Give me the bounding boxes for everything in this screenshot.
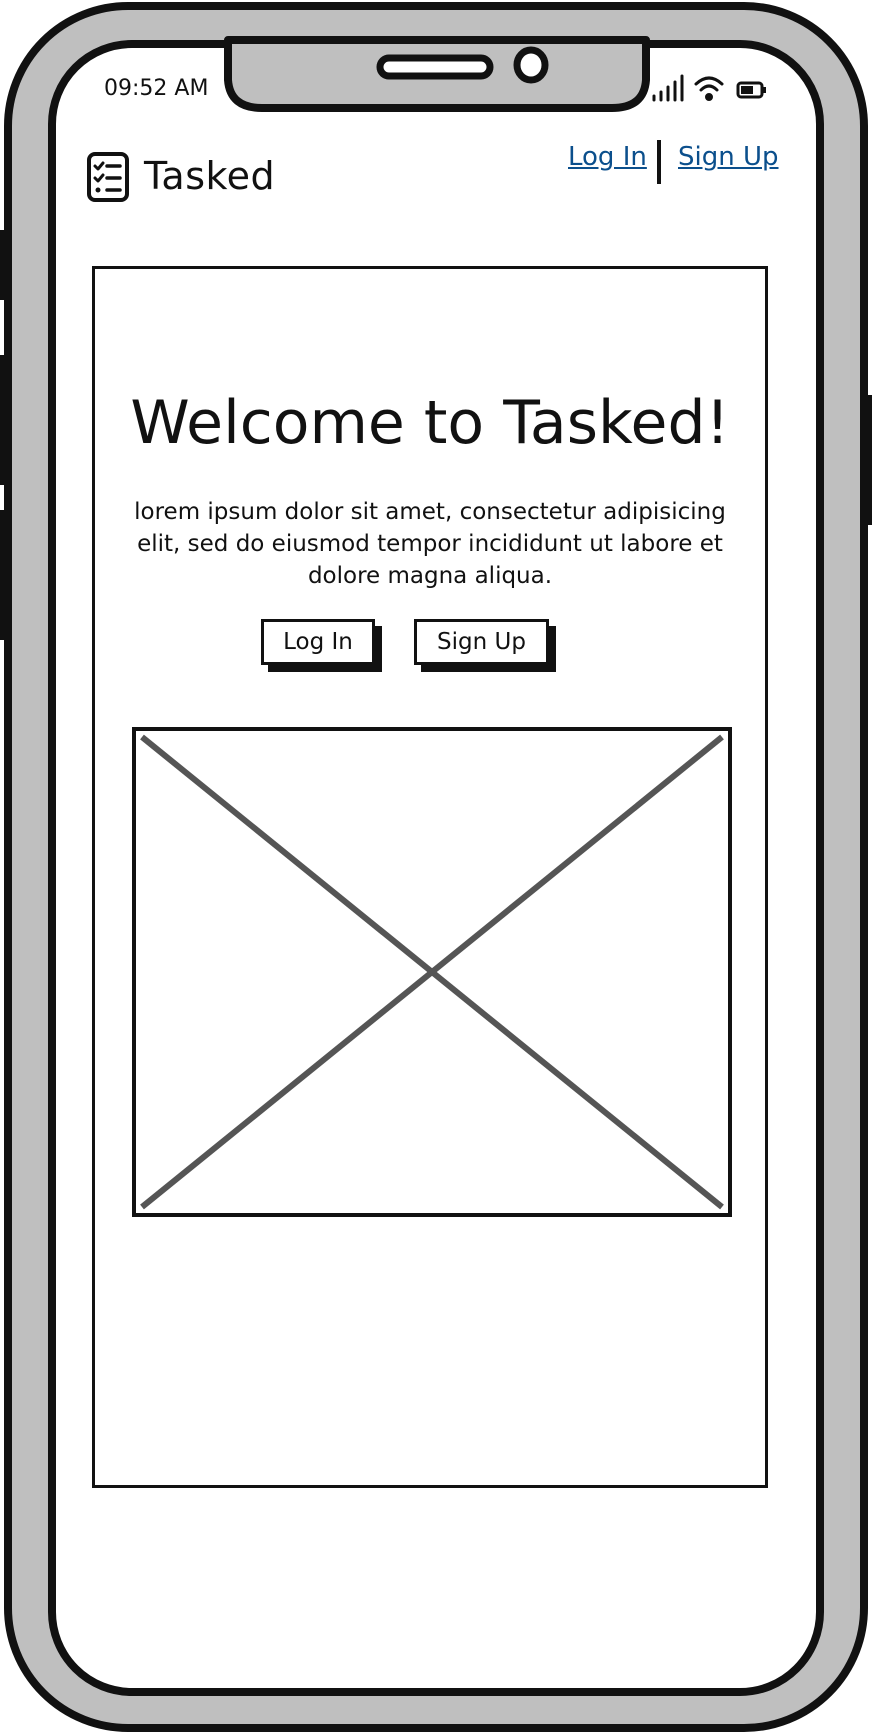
volume-down-button [0,510,10,640]
brand-name: Tasked [144,154,276,198]
speaker-grill [376,54,494,80]
front-camera [513,46,549,84]
battery-icon [736,81,766,99]
hero-description: lorem ipsum dolor sit amet, consectetur … [134,499,726,589]
hero-title: Welcome to Tasked! [130,388,730,458]
image-placeholder [132,727,732,1217]
wifi-icon [694,76,724,101]
login-button[interactable]: Log In [261,619,375,665]
mute-switch [0,230,10,300]
volume-up-button [0,355,10,485]
nav-divider [657,140,661,184]
header-login-link[interactable]: Log In [568,142,647,172]
status-icons [652,74,766,102]
signup-button[interactable]: Sign Up [414,619,549,665]
checklist-icon [87,152,129,202]
power-button [862,395,872,525]
header-signup-link[interactable]: Sign Up [678,142,779,172]
signal-icon [652,74,684,102]
status-time: 09:52 AM [104,76,209,101]
